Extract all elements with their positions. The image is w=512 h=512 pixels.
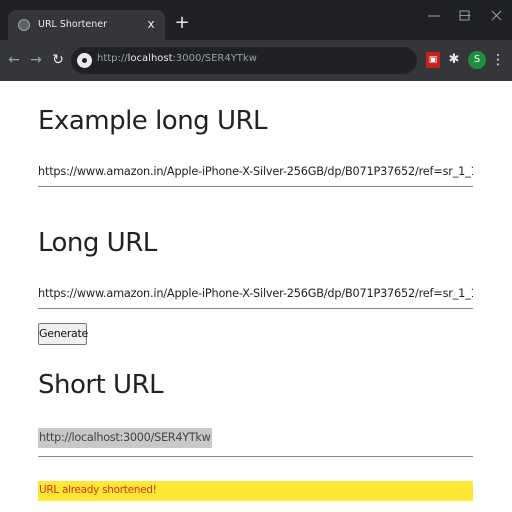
long-url-input[interactable]: https://www.amazon.in/Apple-iPhone-X-Sil… [38, 283, 473, 309]
extension-icon[interactable]: ▣ [426, 52, 440, 68]
example-url-heading: Example long URL [38, 106, 268, 136]
short-url-heading: Short URL [38, 370, 164, 400]
forward-arrow-icon[interactable]: → [27, 51, 45, 69]
address-url: http://localhost:3000/SER4YTkw [97, 53, 257, 64]
short-url-field[interactable]: http://localhost:3000/SER4YTkw [38, 426, 473, 457]
long-url-heading: Long URL [38, 228, 157, 258]
toolbar: ← → ↻ http://localhost:3000/SER4YTkw ▣ ✱… [0, 40, 512, 81]
puzzle-extensions-icon[interactable]: ✱ [446, 52, 462, 68]
page-content: Example long URL https://www.amazon.in/A… [0, 81, 512, 512]
window-controls [428, 10, 502, 21]
site-info-icon[interactable] [77, 53, 92, 68]
reload-icon[interactable]: ↻ [49, 51, 67, 69]
short-url-value[interactable]: http://localhost:3000/SER4YTkw [38, 428, 212, 448]
profile-avatar[interactable]: S [468, 51, 486, 69]
kebab-menu-icon[interactable]: ⋮ [491, 51, 505, 69]
address-bar[interactable]: http://localhost:3000/SER4YTkw [71, 47, 417, 74]
generate-button[interactable]: Generate [38, 323, 88, 345]
example-url-field[interactable]: https://www.amazon.in/Apple-iPhone-X-Sil… [38, 161, 473, 187]
maximize-glyph [459, 10, 470, 21]
back-arrow-icon[interactable]: ← [5, 51, 23, 69]
status-alert: URL already shortened! [38, 481, 473, 501]
